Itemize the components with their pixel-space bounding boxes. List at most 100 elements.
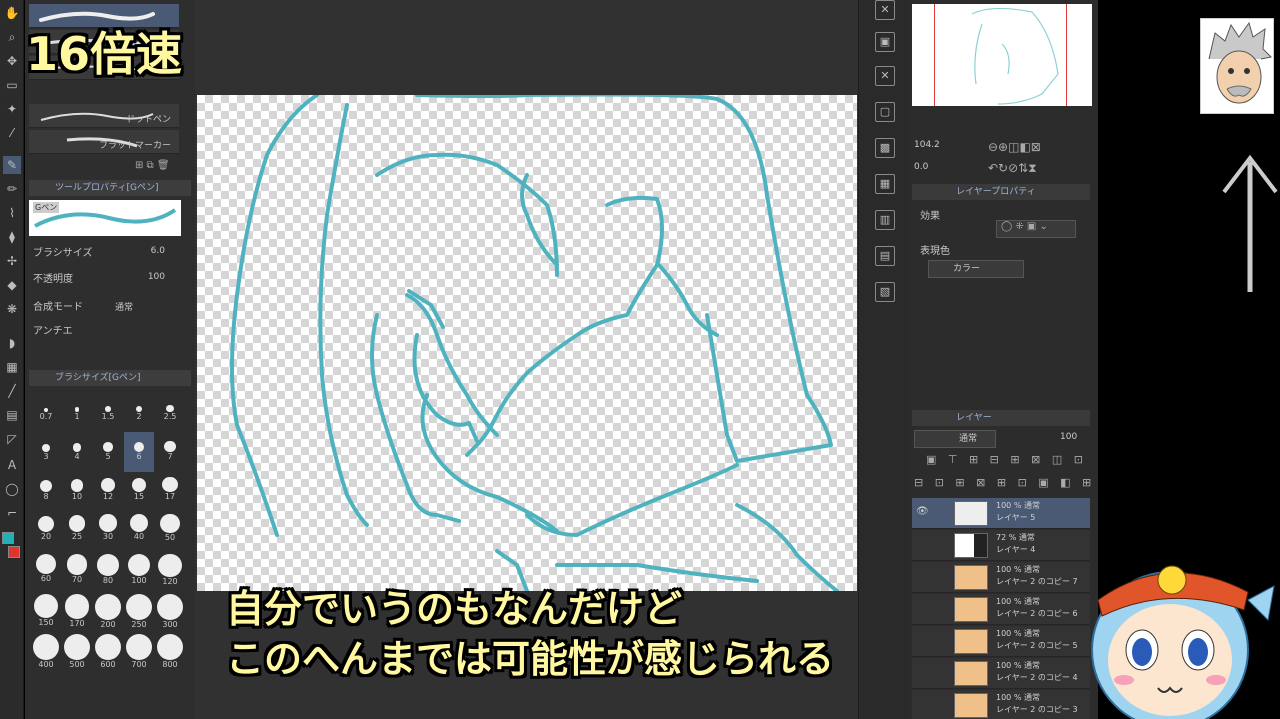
brush-size-option[interactable]: 1.5: [93, 392, 123, 432]
layer-row[interactable]: 100 % 通常 レイヤー 2 のコピー 6: [912, 594, 1090, 625]
opacity-row[interactable]: 不透明度 100: [33, 270, 183, 288]
color-mode-select[interactable]: カラー: [928, 260, 1024, 278]
brush-size-option[interactable]: 80: [93, 552, 123, 592]
frame-tool-icon[interactable]: ▤: [3, 406, 21, 424]
brush-size-option[interactable]: 3: [31, 432, 61, 472]
brush-size-dot: [70, 479, 84, 492]
rotation-controls[interactable]: ↶↻⊘⇅⧗: [988, 161, 1037, 176]
layer-tools-row[interactable]: ▣ ⊤ ⊞ ⊟ ⊞ ⊠ ◫ ⊡: [926, 453, 1087, 466]
brush-size-option[interactable]: 0.7: [31, 392, 61, 432]
hand-tool-icon[interactable]: ✋: [3, 4, 21, 22]
brush-size-option[interactable]: 17: [155, 472, 185, 512]
frame-icon[interactable]: ▢: [875, 102, 895, 122]
brush-size-option[interactable]: 1: [62, 392, 92, 432]
brush-size-option[interactable]: 5: [93, 432, 123, 472]
zoom-readout[interactable]: 104.2: [914, 140, 940, 150]
zoom-tool-icon[interactable]: ⌕: [3, 28, 21, 46]
layer-label: 100 % 通常 レイヤー 2 のコピー 5: [996, 628, 1078, 652]
brush-item[interactable]: ドットペン: [29, 104, 179, 128]
subtool-actions[interactable]: ⊞ ⧉ 🗑: [135, 160, 170, 171]
layer-row[interactable]: 100 % 通常 レイヤー 2 のコピー 7: [912, 562, 1090, 593]
brush-size-option[interactable]: 20: [31, 512, 61, 552]
brush-size-option[interactable]: 2.5: [155, 392, 185, 432]
brush-size-option[interactable]: 700: [124, 632, 154, 672]
effect-buttons[interactable]: ◯ ⁜ ▣ ⌄: [996, 220, 1076, 238]
brush-size-option[interactable]: 300: [155, 592, 185, 632]
correct-line-tool-icon[interactable]: ⌐: [3, 504, 21, 522]
clear-icon[interactable]: ✕: [875, 66, 895, 86]
gradient-tool-icon[interactable]: ▦: [3, 358, 21, 376]
text-tool-icon[interactable]: A: [3, 456, 21, 474]
brush-size-option[interactable]: 800: [155, 632, 185, 672]
brush-size-option[interactable]: 120: [155, 552, 185, 592]
brush-size-option[interactable]: 30: [93, 512, 123, 552]
brush-tool-icon[interactable]: ⌇: [3, 204, 21, 222]
eraser-tool-icon[interactable]: ◆: [3, 276, 21, 294]
material-icon[interactable]: ▣: [875, 32, 895, 52]
layer-row[interactable]: 100 % 通常 レイヤー 2 のコピー 5: [912, 626, 1090, 657]
layer-property-tab[interactable]: レイヤープロパティ: [912, 184, 1090, 200]
figure-tool-icon[interactable]: ╱: [3, 382, 21, 400]
brush-size-option[interactable]: 15: [124, 472, 154, 512]
layer-row[interactable]: 100 % 通常 レイヤー 2 のコピー 3: [912, 690, 1090, 719]
brush-size-option[interactable]: 60: [31, 552, 61, 592]
brush-size-option[interactable]: 50: [155, 512, 185, 552]
antialias-row[interactable]: アンチエ: [33, 322, 183, 340]
layer-row[interactable]: 72 % 通常 レイヤー 4: [912, 530, 1090, 561]
brush-size-option[interactable]: 70: [62, 552, 92, 592]
layer-tab[interactable]: レイヤー: [912, 410, 1090, 426]
layer-opacity-value[interactable]: 100: [1060, 432, 1077, 442]
brush-size-option[interactable]: 10: [62, 472, 92, 512]
brush-size-row[interactable]: ブラシサイズ 6.0: [33, 244, 183, 262]
brush-size-dot: [157, 634, 183, 660]
visibility-eye-icon[interactable]: 👁: [916, 506, 929, 517]
brush-item[interactable]: フラットマーカー: [29, 130, 179, 154]
blend-mode-row[interactable]: 合成モード 通常: [33, 298, 183, 316]
brush-size-option[interactable]: 2: [124, 392, 154, 432]
decoration-tool-icon[interactable]: ✢: [3, 252, 21, 270]
brush-size-option[interactable]: 12: [93, 472, 123, 512]
eyedropper-tool-icon[interactable]: ⁄: [3, 124, 21, 142]
layer-row[interactable]: 100 % 通常 レイヤー 2 のコピー 4: [912, 658, 1090, 689]
brush-size-option[interactable]: 500: [62, 632, 92, 672]
sub-color-swatch[interactable]: [8, 546, 20, 558]
brush-size-option[interactable]: 600: [93, 632, 123, 672]
wand-tool-icon[interactable]: ✦: [3, 100, 21, 118]
brush-size-option[interactable]: 200: [93, 592, 123, 632]
brush-size-option[interactable]: 25: [62, 512, 92, 552]
ruler-tool-icon[interactable]: ◸: [3, 430, 21, 448]
brush-size-option[interactable]: 40: [124, 512, 154, 552]
brush-size-option[interactable]: 4: [62, 432, 92, 472]
layer-row[interactable]: 👁 100 % 通常 レイヤー 5: [912, 498, 1090, 529]
brush-size-dot: [133, 441, 145, 452]
brush-size-option[interactable]: 400: [31, 632, 61, 672]
fill-tool-icon[interactable]: ◗: [3, 334, 21, 352]
brush-size-option[interactable]: 100: [124, 552, 154, 592]
close-panel-icon[interactable]: ✕: [875, 0, 895, 20]
brush-size-option[interactable]: 7: [155, 432, 185, 472]
image-icon[interactable]: ▤: [875, 246, 895, 266]
brush-size-option[interactable]: 8: [31, 472, 61, 512]
select-tool-icon[interactable]: ▭: [3, 76, 21, 94]
library-icon[interactable]: ▧: [875, 282, 895, 302]
main-color-swatch[interactable]: [2, 532, 14, 544]
blend-tool-icon[interactable]: ❋: [3, 300, 21, 318]
brush-size-option[interactable]: 6: [124, 432, 154, 472]
angle-readout[interactable]: 0.0: [914, 162, 928, 172]
airbrush-tool-icon[interactable]: ⧫: [3, 228, 21, 246]
layer-actions-row[interactable]: ⊟ ⊡ ⊞ ⊠ ⊞ ⊡ ▣ ◧ ⊞ ⊟: [914, 476, 1116, 489]
move-tool-icon[interactable]: ✥: [3, 52, 21, 70]
drawing-canvas[interactable]: [197, 95, 857, 591]
fill-panel-icon[interactable]: ▩: [875, 138, 895, 158]
brush-size-option[interactable]: 150: [31, 592, 61, 632]
brush-size-option[interactable]: 250: [124, 592, 154, 632]
navigator-preview[interactable]: [912, 4, 1092, 106]
grid-icon[interactable]: ▦: [875, 174, 895, 194]
balloon-tool-icon[interactable]: ◯: [3, 480, 21, 498]
layer-blend-select[interactable]: 通常: [914, 430, 996, 448]
brush-size-option[interactable]: 170: [62, 592, 92, 632]
select-panel-icon[interactable]: ▥: [875, 210, 895, 230]
pencil-tool-icon[interactable]: ✏: [3, 180, 21, 198]
pen-tool-icon[interactable]: ✎: [3, 156, 21, 174]
navigator-controls[interactable]: ⊖⊕◫◧⊠: [988, 140, 1041, 154]
